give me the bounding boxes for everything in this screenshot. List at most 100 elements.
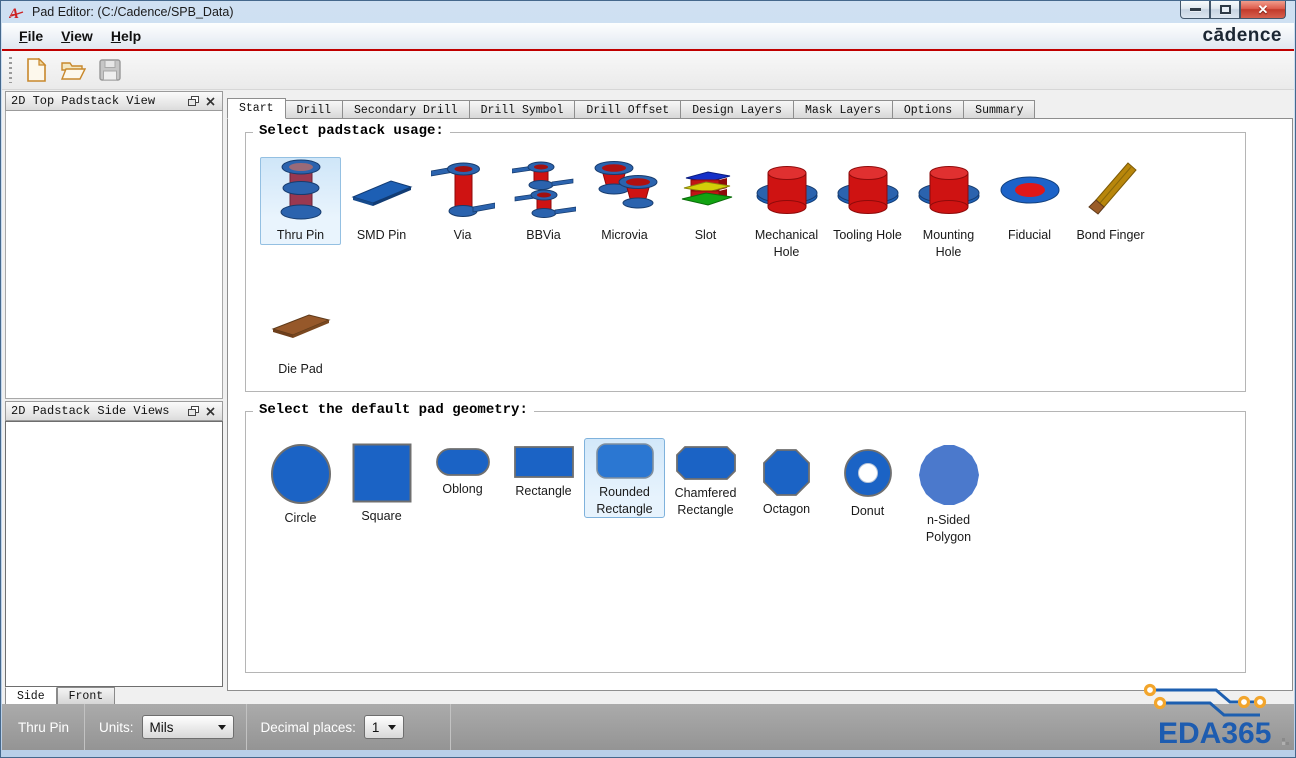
- usage-item-die-pad[interactable]: Die Pad: [260, 291, 341, 379]
- pad-dot-icon: [1253, 695, 1267, 709]
- window-title: Pad Editor: (C:/Cadence/SPB_Data): [32, 5, 234, 19]
- decimal-places-value: 1: [371, 719, 380, 735]
- float-panel-button[interactable]: [186, 95, 200, 108]
- usage-item-bond-finger[interactable]: Bond Finger: [1070, 157, 1151, 245]
- usage-item-slot[interactable]: Slot: [665, 157, 746, 245]
- mechanical-hole-icon: [756, 166, 817, 214]
- geometry-item-rounded-rectangle[interactable]: Rounded Rectangle: [584, 438, 665, 518]
- geometry-item-donut[interactable]: Donut: [827, 442, 908, 521]
- main-tab-bar: Start Drill Secondary Drill Drill Symbol…: [227, 98, 1036, 119]
- tab-drill-symbol[interactable]: Drill Symbol: [469, 100, 576, 119]
- circle-shape-icon: [270, 444, 331, 504]
- geometry-item-label: Donut: [850, 504, 885, 518]
- minimize-icon: [1189, 8, 1201, 11]
- tab-drill-offset[interactable]: Drill Offset: [575, 100, 682, 119]
- geometry-item-chamfered-rectangle[interactable]: Chamfered Rectangle: [665, 442, 746, 519]
- tab-options[interactable]: Options: [892, 100, 965, 119]
- decimal-places-dropdown[interactable]: 1: [363, 715, 404, 739]
- geometry-item-n-sided-polygon[interactable]: n-Sided Polygon: [908, 442, 989, 546]
- tooling-hole-icon: [837, 166, 898, 214]
- maximize-icon: [1219, 5, 1231, 14]
- status-separator: [245, 704, 247, 750]
- geometry-item-oblong[interactable]: Oblong: [422, 442, 503, 499]
- chevron-down-icon: [387, 724, 396, 730]
- tab-start[interactable]: Start: [227, 98, 286, 119]
- svg-text:A: A: [9, 6, 19, 20]
- n-sided-polygon-shape-icon: [918, 445, 979, 505]
- tab-mask-layers[interactable]: Mask Layers: [793, 100, 893, 119]
- geometry-item-label: n-Sided Polygon: [925, 513, 972, 544]
- geometry-item-rectangle[interactable]: Rectangle: [503, 442, 584, 501]
- units-dropdown[interactable]: Mils: [141, 715, 234, 739]
- decimal-places-label: Decimal places:: [260, 719, 356, 735]
- status-separator: [449, 704, 451, 750]
- float-panel-button[interactable]: [186, 405, 200, 418]
- top-view-panel-title: 2D Top Padstack View: [11, 94, 156, 108]
- close-panel-button[interactable]: [203, 95, 217, 108]
- units-value: Mils: [149, 719, 174, 735]
- tab-design-layers[interactable]: Design Layers: [681, 100, 794, 119]
- new-file-button[interactable]: [21, 56, 51, 84]
- donut-shape-icon: [843, 449, 892, 497]
- usage-item-thru-pin[interactable]: Thru Pin: [260, 157, 341, 245]
- usage-item-via[interactable]: Via: [422, 157, 503, 245]
- status-separator: [84, 704, 86, 750]
- float-icon: [187, 96, 199, 106]
- pad-geometry-group-title: Select the default pad geometry:: [253, 402, 534, 418]
- close-icon: ✕: [1257, 2, 1269, 17]
- side-views-canvas[interactable]: [5, 421, 223, 687]
- octagon-shape-icon: [763, 449, 810, 496]
- usage-item-label: Thru Pin: [276, 228, 325, 242]
- tab-secondary-drill[interactable]: Secondary Drill: [343, 100, 470, 119]
- open-file-icon: [60, 62, 86, 80]
- pad-dot-icon: [1153, 696, 1167, 710]
- geometry-item-octagon[interactable]: Octagon: [746, 442, 827, 519]
- top-view-canvas[interactable]: [5, 111, 223, 399]
- toolbar-grip[interactable]: [9, 57, 12, 83]
- usage-item-mechanical-hole[interactable]: Mechanical Hole: [746, 157, 827, 261]
- geometry-item-circle[interactable]: Circle: [260, 442, 341, 528]
- eda365-text: EDA365: [1158, 717, 1271, 748]
- geometry-item-label: Circle: [284, 511, 317, 525]
- side-views-panel-header: 2D Padstack Side Views: [5, 401, 223, 421]
- pad-dot-icon: [1237, 695, 1251, 709]
- save-file-icon: [99, 59, 121, 81]
- top-view-panel-header: 2D Top Padstack View: [5, 91, 223, 111]
- die-pad-icon: [270, 314, 331, 338]
- menu-bar: File View Help cādence: [2, 23, 1294, 49]
- fiducial-icon: [1000, 176, 1059, 204]
- usage-item-label: Microvia: [601, 228, 648, 242]
- usage-item-label: Mounting Hole: [922, 228, 975, 259]
- usage-item-label: Die Pad: [278, 362, 323, 376]
- close-panel-button[interactable]: [203, 405, 217, 418]
- menu-help[interactable]: Help: [102, 25, 150, 47]
- minimize-button[interactable]: [1180, 1, 1210, 19]
- bond-finger-icon: [1087, 162, 1137, 215]
- menu-file[interactable]: File: [10, 25, 52, 47]
- geometry-item-square[interactable]: Square: [341, 442, 422, 526]
- usage-item-tooling-hole[interactable]: Tooling Hole: [827, 157, 908, 245]
- close-panel-icon: [205, 406, 215, 416]
- geometry-item-label: Octagon: [762, 502, 811, 516]
- via-icon: [430, 162, 495, 217]
- open-file-button[interactable]: [58, 56, 88, 84]
- usage-item-bbvia[interactable]: BBVia: [503, 157, 584, 245]
- geometry-item-label: Chamfered Rectangle: [674, 486, 737, 517]
- smd-pin-icon: [351, 180, 412, 206]
- usage-item-label: SMD Pin: [356, 228, 407, 242]
- usage-item-smd-pin[interactable]: SMD Pin: [341, 157, 422, 245]
- usage-item-fiducial[interactable]: Fiducial: [989, 157, 1070, 245]
- chevron-down-icon: [217, 724, 226, 730]
- usage-item-mounting-hole[interactable]: Mounting Hole: [908, 157, 989, 261]
- close-button[interactable]: ✕: [1240, 1, 1286, 19]
- titlebar[interactable]: A Pad Editor: (C:/Cadence/SPB_Data): [1, 1, 1295, 23]
- tab-drill[interactable]: Drill: [285, 100, 344, 119]
- toolbar: [2, 51, 1294, 90]
- maximize-button[interactable]: [1210, 1, 1240, 19]
- tab-summary[interactable]: Summary: [964, 100, 1036, 119]
- usage-item-microvia[interactable]: Microvia: [584, 157, 665, 245]
- geometry-item-label: Rectangle: [515, 484, 572, 498]
- cadence-logo: cādence: [1202, 25, 1282, 46]
- save-file-button[interactable]: [95, 56, 125, 84]
- menu-view[interactable]: View: [52, 25, 102, 47]
